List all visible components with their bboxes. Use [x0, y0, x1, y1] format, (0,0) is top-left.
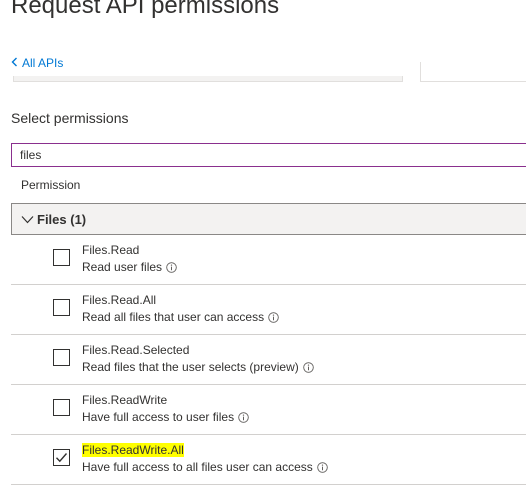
- permission-description: Have full access to user files: [82, 410, 249, 424]
- permission-search-input[interactable]: [11, 143, 526, 167]
- info-icon[interactable]: [238, 411, 249, 423]
- permission-name: Files.ReadWrite: [82, 393, 168, 407]
- api-card-edge-secondary: [420, 62, 526, 82]
- info-icon[interactable]: [268, 311, 279, 323]
- permission-description: Read user files: [82, 260, 177, 274]
- permission-row[interactable]: Files.Read Read user files: [11, 235, 526, 285]
- permission-description-text: Read user files: [82, 260, 163, 274]
- permission-description-text: Have full access to user files: [82, 410, 235, 424]
- permission-checkbox[interactable]: [53, 399, 70, 416]
- permission-row[interactable]: Files.Read.Selected Read files that the u…: [11, 335, 526, 385]
- permission-description: Read all files that user can access: [82, 310, 279, 324]
- permission-checkbox[interactable]: [53, 299, 70, 316]
- info-icon[interactable]: [166, 261, 177, 273]
- group-row-files[interactable]: Files (1): [11, 203, 526, 235]
- permission-description-text: Read all files that user can access: [82, 310, 265, 324]
- permission-row[interactable]: Files.Read.All Read all files that user c…: [11, 285, 526, 335]
- permission-name: Files.Read.All: [82, 293, 157, 307]
- info-icon[interactable]: [317, 461, 328, 473]
- checkmark-icon: [55, 452, 68, 463]
- permission-name: Files.ReadWrite.All: [82, 443, 184, 457]
- permission-checkbox[interactable]: [53, 249, 70, 266]
- permission-checkbox[interactable]: [53, 349, 70, 366]
- permission-list: Files.Read Read user files Files.Read.All R…: [11, 235, 526, 485]
- permission-row[interactable]: Files.ReadWrite.All Have full access to a…: [11, 435, 526, 485]
- page-title: Request API permissions: [11, 0, 280, 19]
- group-label: Files (1): [37, 211, 87, 227]
- permission-checkbox[interactable]: [53, 449, 70, 466]
- all-apis-label: All APIs: [22, 56, 64, 70]
- permission-description: Read files that the user selects (previe…: [82, 360, 314, 374]
- permission-name: Files.Read: [82, 243, 140, 257]
- api-card-edge: [13, 76, 403, 82]
- select-permissions-label: Select permissions: [11, 110, 129, 126]
- all-apis-link[interactable]: All APIs: [11, 56, 63, 70]
- permission-description-text: Have full access to all files user can a…: [82, 460, 313, 474]
- permission-name: Files.Read.Selected: [82, 343, 190, 357]
- chevron-down-icon: [21, 215, 34, 224]
- permission-column-header[interactable]: Permission: [21, 178, 80, 192]
- chevron-left-icon: [11, 57, 18, 69]
- permission-description-text: Read files that the user selects (previe…: [82, 360, 299, 374]
- info-icon[interactable]: [303, 361, 314, 373]
- permission-row[interactable]: Files.ReadWrite Have full access to user …: [11, 385, 526, 435]
- permission-description: Have full access to all files user can a…: [82, 460, 328, 474]
